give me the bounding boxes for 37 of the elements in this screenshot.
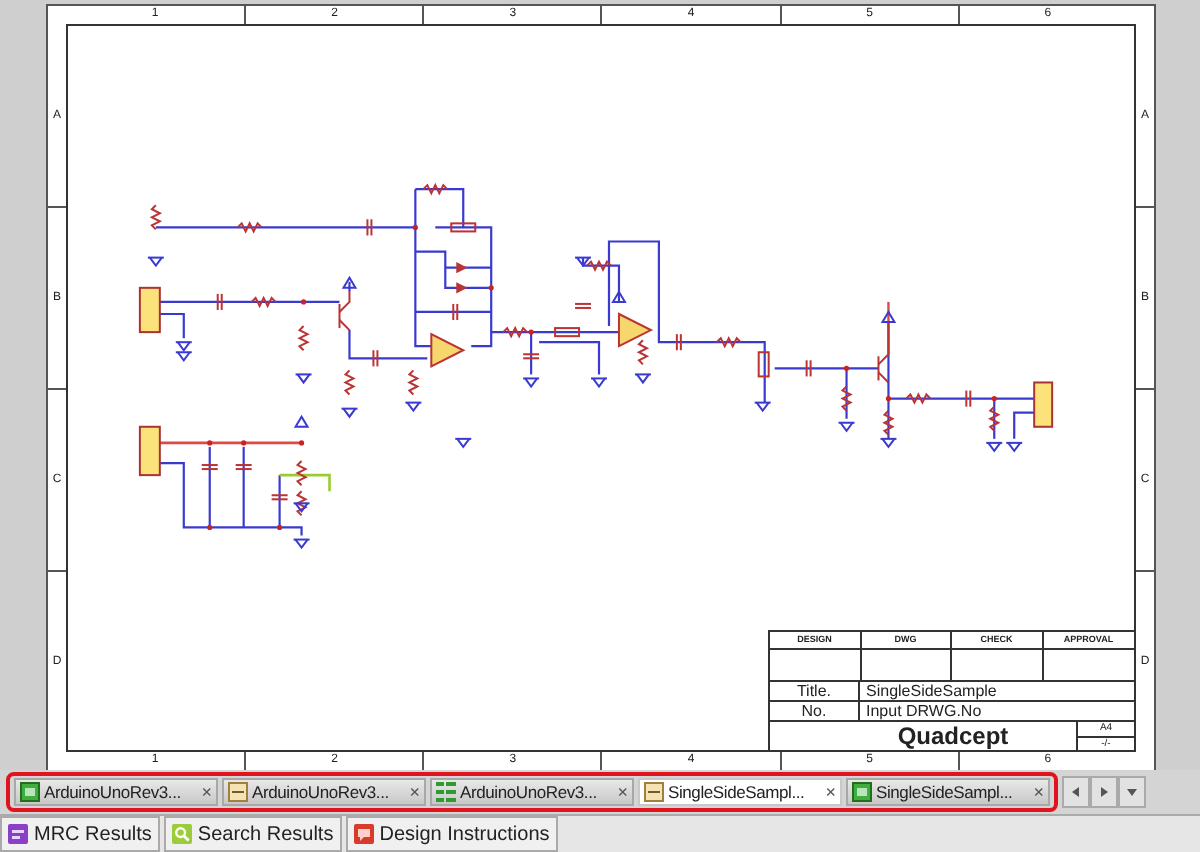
search-icon [171, 824, 192, 845]
caret-down-icon [1126, 786, 1138, 799]
schematic-icon [20, 782, 40, 803]
tab-list-button[interactable] [1118, 776, 1146, 809]
panel-tab[interactable]: MRC Results [0, 816, 160, 852]
title-label: Title. [770, 682, 860, 701]
document-tab[interactable]: ArduinoUnoRev3... × [430, 778, 634, 807]
document-tab[interactable]: SingleSideSampl... × [638, 778, 842, 807]
results-icon [8, 824, 28, 845]
company-name: Quadcept [895, 722, 1011, 751]
close-button[interactable]: × [1033, 782, 1044, 803]
title-value: SingleSideSample [864, 682, 997, 701]
scroll-left-button[interactable] [1062, 776, 1090, 809]
number-label: No. [770, 702, 860, 721]
tab-label: ArduinoUnoRev3... [460, 782, 599, 803]
scroll-right-button[interactable] [1090, 776, 1118, 809]
panel-tab[interactable]: Search Results [163, 816, 342, 852]
caret-left-icon [1070, 786, 1082, 799]
document-tab[interactable]: ArduinoUnoRev3... × [222, 778, 426, 807]
number-value: Input DRWG.No [864, 702, 982, 721]
schematic-icon [852, 782, 872, 803]
tab-label: SingleSideSampl... [668, 782, 807, 803]
schematic-icon [228, 782, 248, 803]
document-tab[interactable]: SingleSideSampl... × [846, 778, 1050, 807]
panel-tab[interactable]: Design Instructions [345, 816, 558, 852]
caret-right-icon [1098, 786, 1110, 799]
close-button[interactable]: × [825, 782, 836, 803]
close-button[interactable]: × [409, 782, 420, 803]
tab-label: ArduinoUnoRev3... [252, 782, 391, 803]
tab-label: ArduinoUnoRev3... [44, 782, 183, 803]
tab-label: SingleSideSampl... [876, 782, 1015, 803]
document-tab[interactable]: ArduinoUnoRev3... × [14, 778, 218, 807]
grid-icon [436, 782, 456, 803]
speech-bubble-icon [353, 824, 374, 845]
close-button[interactable]: × [617, 782, 628, 803]
close-button[interactable]: × [201, 782, 212, 803]
schematic-icon [644, 782, 664, 803]
